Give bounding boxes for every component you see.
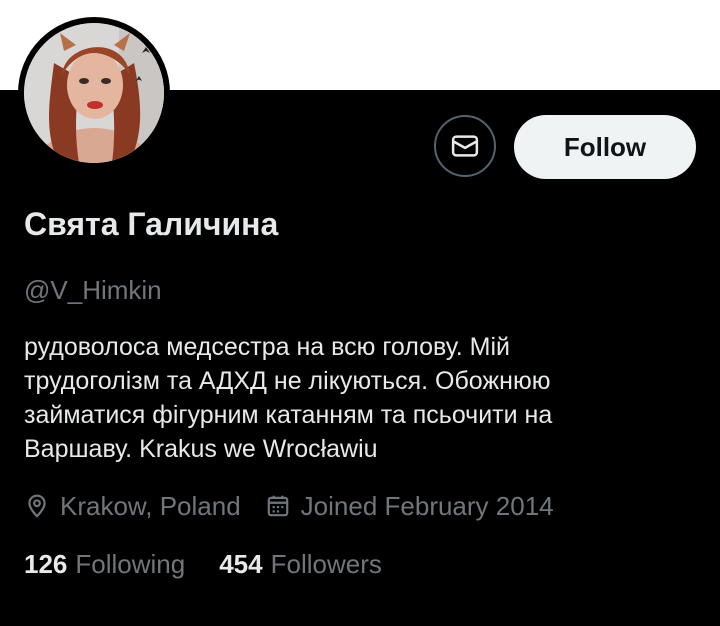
profile-meta: Krakow, Poland Joined February 2014 xyxy=(24,488,554,524)
location-text: Krakow, Poland xyxy=(60,490,241,521)
user-handle: @V_Himkin xyxy=(24,275,162,305)
location-item: Krakow, Poland xyxy=(24,491,241,522)
message-button[interactable] xyxy=(434,115,496,177)
followers-count: 454 xyxy=(219,548,263,579)
bio-line: Варшаву. Krakus we Wrocławiu xyxy=(24,435,378,463)
following-label: Following xyxy=(75,548,186,579)
envelope-icon xyxy=(451,135,479,157)
calendar-icon xyxy=(267,495,288,517)
avatar[interactable] xyxy=(18,17,170,169)
profile-stats: 126 Following 454 Followers xyxy=(24,546,382,582)
joined-text: Joined February 2014 xyxy=(300,490,554,521)
following-link[interactable]: 126 Following xyxy=(24,549,185,580)
bio-line: займатися фігурним катанням та псьочити … xyxy=(24,401,553,429)
joined-item: Joined February 2014 xyxy=(265,491,554,522)
following-count: 126 xyxy=(24,548,68,579)
display-name: Свята Галичина xyxy=(24,206,279,242)
avatar-image xyxy=(24,23,164,163)
profile-bio: рудоволоса медсестра на всю голову. Мій … xyxy=(24,330,704,466)
avatar-photo xyxy=(24,23,164,163)
follow-button-label: Follow xyxy=(563,131,647,162)
map-pin-icon xyxy=(28,494,46,518)
bio-line: рудоволоса медсестра на всю голову. Мій xyxy=(24,333,511,361)
followers-label: Followers xyxy=(270,548,382,579)
follow-button[interactable]: Follow xyxy=(514,115,696,179)
bio-line: трудоголізм та АДХД не лікуються. Обожню… xyxy=(24,367,551,395)
followers-link[interactable]: 454 Followers xyxy=(219,549,382,580)
